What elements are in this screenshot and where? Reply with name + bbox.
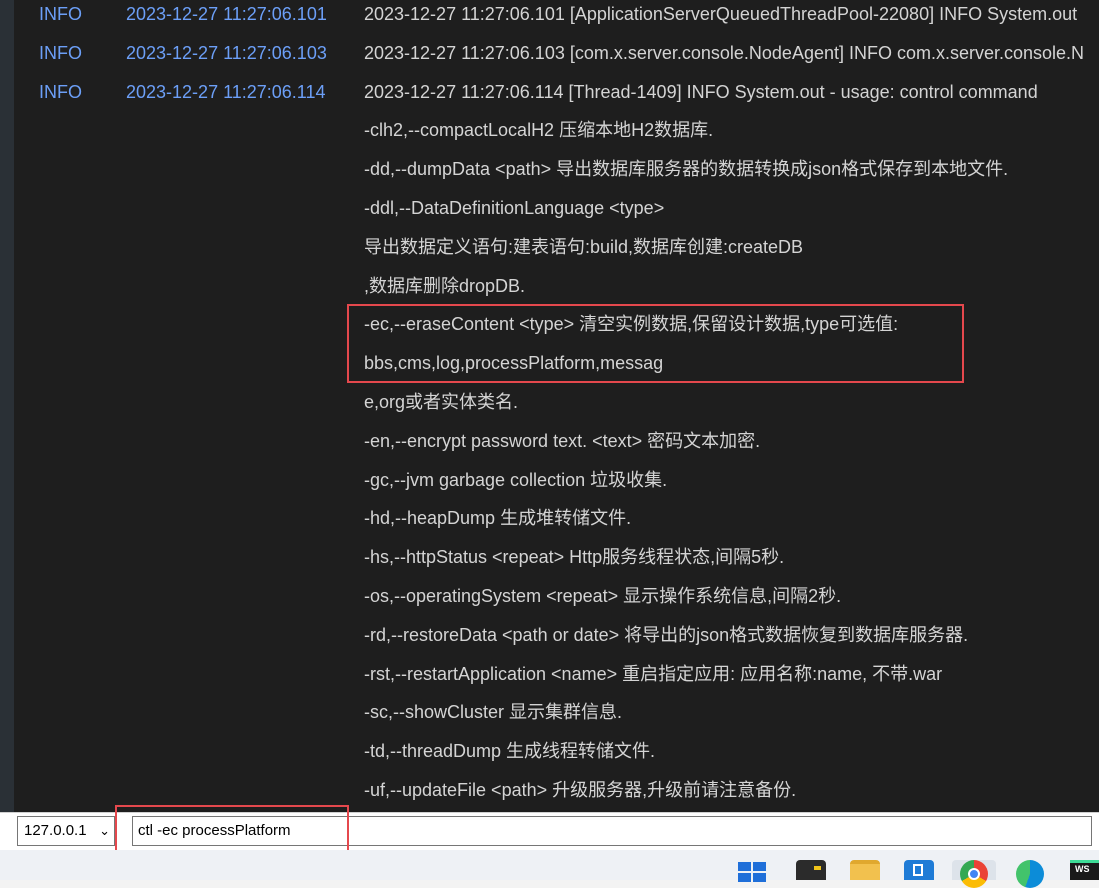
log-message: 导出数据定义语句:建表语句:build,数据库创建:createDB [364,236,804,257]
log-message: -en,--encrypt password text. <text> 密码文本… [364,430,761,451]
taskbar: WS [0,850,1099,888]
log-message: -dd,--dumpData <path> 导出数据库服务器的数据转换成json… [364,159,1009,180]
terminal-icon[interactable] [796,860,826,880]
log-message: -ec,--eraseContent <type> 清空实例数据,保留设计数据,… [364,314,899,335]
file-explorer-icon[interactable] [850,860,880,880]
host-select-value: 127.0.0.1 [24,822,87,839]
log-message: ,数据库删除dropDB. [364,275,526,296]
log-message: 2023-12-27 11:27:06.114 [Thread-1409] IN… [364,81,1038,102]
log-message: e,org或者实体类名. [364,392,519,412]
console-gutter [0,0,14,812]
log-timestamp: 2023-12-27 11:27:06.103 [126,42,327,63]
host-select[interactable]: 127.0.0.1 ⌄ [17,816,115,846]
log-level: INFO [39,4,82,24]
log-level: INFO [39,81,82,102]
windows-start-icon[interactable] [738,860,768,882]
chrome-icon[interactable] [960,860,988,888]
log-message: -hd,--heapDump 生成堆转储文件. [364,508,632,529]
edge-icon[interactable] [1016,860,1044,888]
log-message: -clh2,--compactLocalH2 压缩本地H2数据库. [364,120,714,141]
command-input[interactable]: ctl -ec processPlatform [132,816,1092,846]
log-level: INFO [39,42,82,63]
chevron-down-icon: ⌄ [99,823,110,838]
log-timestamp: 2023-12-27 11:27:06.101 [126,4,327,24]
log-message: -os,--operatingSystem <repeat> 显示操作系统信息,… [364,586,842,606]
log-message: -gc,--jvm garbage collection 垃圾收集. [364,469,668,490]
log-message: -rd,--restoreData <path or date> 将导出的jso… [364,624,969,645]
log-message: 2023-12-27 11:27:06.103 [com.x.server.co… [364,42,1085,63]
log-message: 2023-12-27 11:27:06.101 [ApplicationServ… [364,4,1078,24]
webstorm-icon[interactable]: WS [1070,860,1099,880]
log-message: -uf,--updateFile <path> 升级服务器,升级前请注意备份. [364,780,797,800]
log-console[interactable]: INFO 2023-12-27 11:27:06.101 2023-12-27 11… [0,0,1099,812]
log-message: -rst,--restartApplication <name> 重启指定应用:… [364,663,943,684]
log-timestamp: 2023-12-27 11:27:06.114 [126,81,326,102]
log-message: -ddl,--DataDefinitionLanguage <type> [364,198,665,218]
log-message: -td,--threadDump 生成线程转储文件. [364,741,656,762]
app-icon[interactable] [904,860,934,880]
log-message: -hs,--httpStatus <repeat> Http服务线程状态,间隔5… [364,547,785,568]
log-message: bbs,cms,log,processPlatform,messag [364,353,664,374]
log-message: -sc,--showCluster 显示集群信息. [364,702,623,723]
